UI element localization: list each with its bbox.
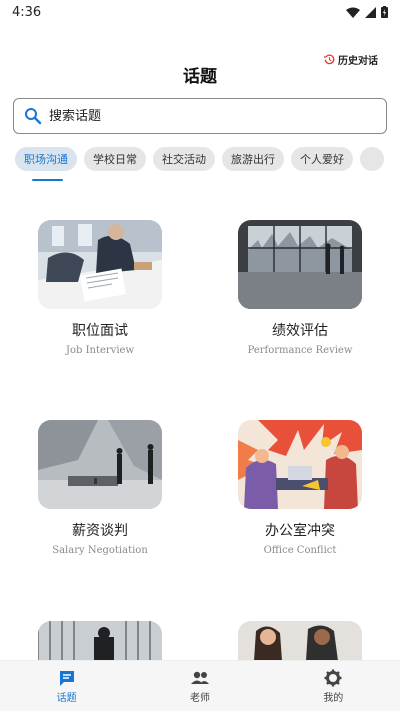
- tab-hobbies[interactable]: 个人爱好: [291, 147, 353, 171]
- topic-title: 职位面试: [72, 323, 128, 339]
- topic-title: 绩效评估: [272, 323, 328, 339]
- topic-subtitle: Job Interview: [65, 345, 135, 356]
- tab-social[interactable]: 社交活动: [153, 147, 215, 171]
- tab-indicator: [32, 179, 63, 181]
- topic-card[interactable]: 绩效评估 Performance Review: [200, 220, 400, 356]
- history-button[interactable]: 历史对话: [324, 52, 378, 67]
- topic-title: 办公室冲突: [265, 523, 335, 539]
- chat-icon: [59, 670, 74, 686]
- header: 话题 历史对话: [0, 48, 400, 94]
- search-input[interactable]: [49, 108, 349, 124]
- people-icon: [190, 671, 209, 684]
- search-box[interactable]: [13, 98, 387, 134]
- nav-topics[interactable]: 话题: [0, 661, 133, 711]
- nav-profile[interactable]: 我的: [267, 661, 400, 711]
- status-bar: 4:36: [0, 0, 400, 24]
- tab-workplace[interactable]: 职场沟通: [15, 147, 77, 171]
- status-time: 4:36: [12, 4, 42, 20]
- tab-more[interactable]: [360, 147, 384, 171]
- battery-icon: [381, 6, 388, 18]
- topic-image: [238, 220, 362, 309]
- bottom-nav: 话题 老师 我的: [0, 660, 400, 711]
- topic-image: [238, 420, 362, 509]
- history-label: 历史对话: [338, 56, 378, 67]
- signal-icon: [365, 6, 376, 18]
- tab-school[interactable]: 学校日常: [84, 147, 146, 171]
- status-icons: [346, 6, 388, 18]
- topic-card[interactable]: 办公室冲突 Office Conflict: [200, 420, 400, 556]
- gear-icon: [324, 669, 342, 686]
- wifi-icon: [346, 7, 360, 18]
- nav-profile-label: 我的: [323, 692, 344, 704]
- topic-title: 薪资谈判: [72, 523, 128, 539]
- topic-subtitle: Salary Negotiation: [52, 545, 148, 556]
- topic-subtitle: Office Conflict: [263, 545, 337, 556]
- topic-image: [38, 220, 162, 309]
- topic-subtitle: Performance Review: [247, 345, 353, 356]
- nav-teachers[interactable]: 老师: [133, 661, 266, 711]
- nav-topics-label: 话题: [56, 692, 77, 704]
- topic-image: [38, 420, 162, 509]
- history-icon: [324, 54, 335, 65]
- tab-travel[interactable]: 旅游出行: [222, 147, 284, 171]
- category-tabs: 职场沟通 学校日常 社交活动 旅游出行 个人爱好: [0, 147, 400, 181]
- topic-card[interactable]: 薪资谈判 Salary Negotiation: [0, 420, 200, 556]
- search-icon: [25, 108, 42, 125]
- topic-card[interactable]: 职位面试 Job Interview: [0, 220, 200, 356]
- nav-teachers-label: 老师: [189, 692, 210, 704]
